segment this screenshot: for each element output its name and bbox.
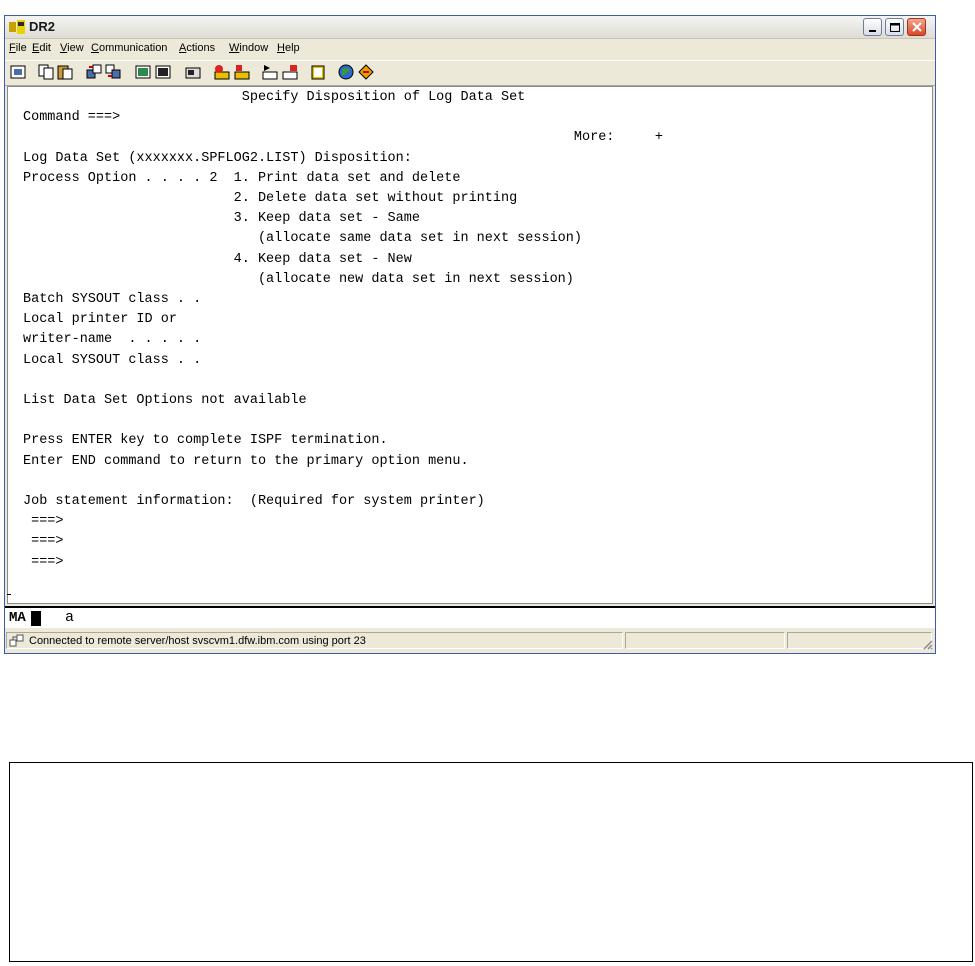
terminal-line: Specify Disposition of Log Data Set	[23, 90, 526, 105]
menu-actions[interactable]: Actions	[179, 42, 215, 54]
terminal-line: Log Data Set (xxxxxxx.SPFLOG2.LIST) Disp…	[23, 150, 412, 166]
terminal-line: ===>	[23, 514, 64, 530]
menu-window[interactable]: Window	[229, 42, 268, 54]
maximize-icon	[890, 23, 900, 32]
network-icon	[9, 634, 24, 647]
stop-macro-icon[interactable]	[234, 64, 250, 80]
status-pane-2	[625, 632, 785, 649]
terminal-line: Local printer ID or	[23, 312, 177, 328]
maximize-button[interactable]	[885, 18, 904, 36]
terminal-line: 3. Keep data set - Same	[23, 211, 420, 227]
terminal-line: writer-name . . . . .	[23, 332, 202, 348]
terminal-line: (allocate same data set in next session)	[23, 231, 582, 247]
terminal-screen[interactable]: Specify Disposition of Log Data Set Comma…	[7, 86, 933, 604]
terminal-line: Enter END command to return to the prima…	[23, 453, 469, 469]
toolbar	[5, 60, 935, 86]
terminal-line: (allocate new data set in next session)	[23, 271, 574, 287]
cursor-marker	[7, 594, 11, 595]
terminal-line: ===>	[23, 554, 64, 570]
menu-help[interactable]: Help	[277, 42, 300, 54]
terminal-line: 4. Keep data set - New	[23, 251, 412, 267]
keyboard-setup-icon[interactable]	[155, 64, 171, 80]
receive-file-icon[interactable]	[105, 64, 121, 80]
pause-macro-icon[interactable]	[282, 64, 298, 80]
terminal-line: ===>	[23, 534, 64, 550]
send-file-icon[interactable]	[86, 64, 102, 80]
close-button[interactable]	[907, 18, 926, 36]
app-icon	[9, 20, 25, 34]
terminal-line: Press ENTER key to complete ISPF termina…	[23, 433, 388, 449]
terminal-line: Command ===>	[23, 110, 121, 126]
clipboard-icon[interactable]	[310, 64, 326, 80]
operator-information-area: MA a	[5, 606, 935, 628]
terminal-line: Job statement information: (Required for…	[23, 494, 485, 509]
web-icon[interactable]	[338, 64, 354, 80]
status-pane-main: Connected to remote server/host svscvm1.…	[6, 632, 623, 649]
copy-icon[interactable]	[38, 64, 54, 80]
empty-box	[9, 762, 973, 962]
terminal-line: Process Option . . . . 2 1. Print data s…	[23, 170, 461, 186]
window-title: DR2	[29, 19, 56, 34]
menu-view[interactable]: View	[60, 42, 84, 54]
oia-char: a	[65, 609, 75, 626]
record-macro-icon[interactable]	[214, 64, 230, 80]
oia-mode: MA	[9, 610, 26, 626]
play-macro-icon[interactable]	[262, 64, 278, 80]
status-bar: Connected to remote server/host svscvm1.…	[5, 630, 935, 652]
emulator-window: DR2 File Edit View Communication Actions…	[4, 15, 936, 654]
minimize-button[interactable]	[863, 18, 882, 36]
close-icon	[912, 22, 922, 32]
title-bar[interactable]: DR2	[5, 16, 935, 39]
menu-bar: File Edit View Communication Actions Win…	[5, 39, 935, 59]
display-setup-icon[interactable]	[135, 64, 151, 80]
print-screen-icon[interactable]	[10, 64, 26, 80]
connection-status: Connected to remote server/host svscvm1.…	[29, 635, 366, 647]
status-pane-3	[787, 632, 932, 649]
terminal-line: 2. Delete data set without printing	[23, 191, 518, 206]
menu-file[interactable]: File	[9, 42, 27, 54]
menu-communication[interactable]: Communication	[91, 42, 167, 54]
minimize-icon	[869, 30, 876, 32]
paste-icon[interactable]	[57, 64, 73, 80]
terminal-line: List Data Set Options not available	[23, 393, 307, 408]
terminal-line: Batch SYSOUT class . .	[23, 292, 202, 307]
help-diamond-icon[interactable]	[358, 64, 374, 80]
terminal-line: More: +	[23, 130, 664, 146]
terminal-line: Local SYSOUT class . .	[23, 352, 202, 368]
oia-cursor-block	[31, 611, 41, 626]
resize-grip-icon[interactable]	[921, 638, 933, 650]
macro-icon[interactable]	[185, 64, 201, 80]
menu-edit[interactable]: Edit	[32, 42, 51, 54]
